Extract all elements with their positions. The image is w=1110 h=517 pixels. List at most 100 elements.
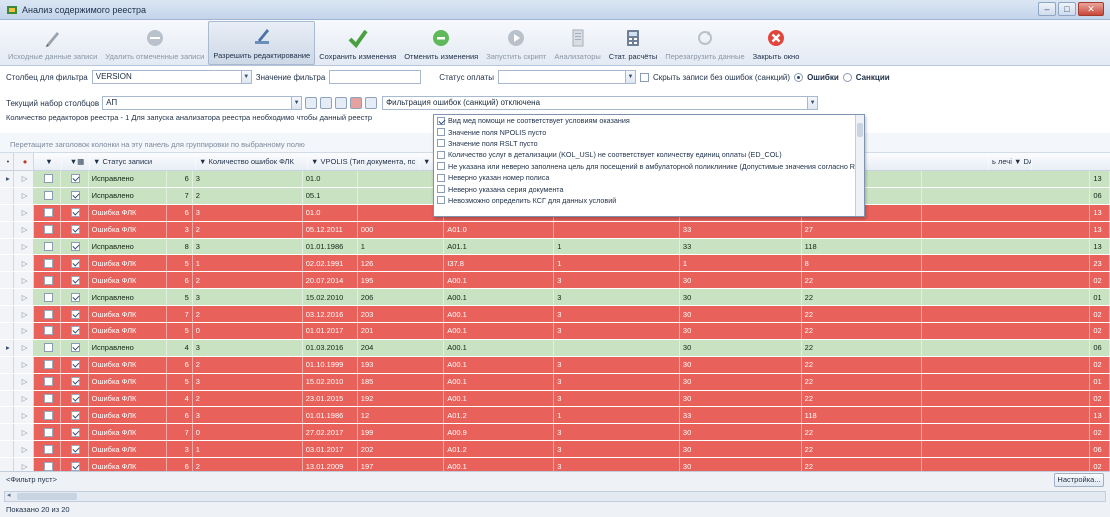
cell-count[interactable]: 7 — [167, 424, 193, 441]
cell-dr[interactable]: 01.01.2017 — [303, 323, 358, 339]
dropdown-item-checkbox[interactable] — [437, 185, 445, 194]
row-check[interactable] — [61, 272, 89, 289]
chevron-down-icon[interactable]: ▼ — [808, 96, 819, 110]
row-check[interactable] — [61, 306, 89, 323]
cell-ds[interactable]: A01.2 — [444, 441, 555, 458]
cell-extra[interactable] — [922, 356, 1091, 373]
delete-set-icon[interactable] — [350, 97, 363, 109]
row-check[interactable] — [61, 373, 89, 390]
cell-code[interactable] — [358, 171, 445, 187]
cell-prvs[interactable]: 33 — [680, 407, 802, 424]
cell-lech[interactable]: 02 — [1090, 323, 1110, 339]
cell-usl[interactable]: 3 — [554, 390, 680, 407]
cell-usl[interactable]: 3 — [554, 356, 680, 373]
table-row[interactable]: ▷ Ошибка ФЛК 5 0 01.01.2017 201 A00.1 3 30 22 02 — [0, 323, 1110, 340]
cell-profil[interactable]: 27 — [802, 221, 923, 238]
row-check-checkbox[interactable] — [71, 258, 81, 268]
expand-row-icon[interactable]: ▷ — [22, 326, 28, 335]
chevron-down-icon[interactable]: ▼ — [625, 70, 636, 84]
cell-profil[interactable]: 118 — [802, 407, 923, 424]
cell-count[interactable]: 4 — [167, 339, 193, 356]
cell-count[interactable]: 7 — [167, 306, 193, 323]
cell-status[interactable]: Ошибка ФЛК — [89, 441, 168, 458]
dropdown-item-checkbox[interactable] — [437, 173, 445, 182]
cell-ds[interactable]: A00.9 — [444, 424, 555, 441]
table-row[interactable]: ▷ Ошибка ФЛК 3 1 03.01.2017 202 A01.2 3 30 22 06 — [0, 441, 1110, 459]
cancel-changes-button[interactable]: Отменить изменения — [400, 21, 482, 65]
cell-prvs[interactable]: 33 — [680, 221, 802, 238]
table-row[interactable]: ▷ Ошибка ФЛК 5 1 02.02.1991 126 I37.8 1 1 8 23 — [0, 255, 1110, 273]
row-mark[interactable] — [34, 272, 62, 289]
expand-row-icon[interactable]: ▷ — [22, 293, 28, 302]
cell-count[interactable]: 6 — [167, 272, 193, 289]
row-expand[interactable]: ▷ — [13, 323, 34, 339]
cell-count[interactable]: 3 — [167, 441, 193, 458]
close-window-button[interactable]: Закрыть окно — [749, 21, 804, 65]
row-mark-checkbox[interactable] — [43, 292, 53, 302]
cell-dr[interactable]: 01.03.2016 — [303, 339, 358, 356]
row-expand[interactable]: ▷ — [13, 255, 34, 272]
cell-usl[interactable]: 3 — [554, 289, 680, 306]
table-row[interactable]: ▷ Ошибка ФЛК 5 3 15.02.2010 185 A00.1 3 30 22 01 — [0, 373, 1110, 391]
dropdown-item[interactable]: Количество услуг в детализации (KOL_USL)… — [434, 149, 864, 160]
table-row[interactable]: ▸ ▷ Исправлено 4 3 01.03.2016 204 A00.1 30 22 06 — [0, 339, 1110, 357]
cell-status[interactable]: Исправлено — [89, 238, 168, 255]
cell-usl[interactable]: 3 — [554, 373, 680, 390]
row-mark-checkbox[interactable] — [43, 461, 53, 471]
cell-dr[interactable]: 01.01.1986 — [303, 238, 358, 255]
cell-profil[interactable]: 22 — [802, 272, 923, 289]
cell-prvs[interactable]: 30 — [680, 390, 802, 407]
cell-status[interactable]: Ошибка ФЛК — [89, 373, 168, 390]
cell-usl[interactable]: 3 — [554, 441, 680, 458]
expand-row-icon[interactable]: ▷ — [22, 343, 28, 352]
cell-code[interactable]: 204 — [358, 339, 445, 356]
cell-extra[interactable] — [922, 323, 1091, 339]
row-expand[interactable]: ▷ — [13, 187, 34, 204]
row-mark[interactable] — [34, 424, 62, 441]
dropdown-scrollbar[interactable] — [855, 115, 864, 216]
row-check-checkbox[interactable] — [71, 225, 81, 235]
payment-status-select[interactable]: ▼ — [497, 70, 636, 84]
row-expand[interactable]: ▷ — [13, 306, 34, 323]
cell-extra[interactable] — [922, 171, 1091, 187]
cell-code[interactable] — [358, 187, 445, 204]
cell-extra[interactable] — [922, 339, 1091, 356]
cell-dr[interactable]: 23.01.2015 — [303, 390, 358, 407]
cell-ds[interactable]: A00.1 — [444, 390, 555, 407]
cell-profil[interactable]: 22 — [802, 373, 923, 390]
row-check[interactable] — [61, 323, 89, 339]
row-expand[interactable]: ▷ — [13, 441, 34, 458]
cell-vpolis[interactable]: 3 — [193, 407, 303, 424]
cell-lech[interactable]: 01 — [1090, 373, 1110, 390]
cell-lech[interactable]: 02 — [1090, 356, 1110, 373]
filter-column-value[interactable]: VERSION — [91, 70, 242, 84]
dropdown-item[interactable]: Значение поля RSLT пусто — [434, 138, 864, 149]
row-mark-checkbox[interactable] — [43, 258, 53, 268]
row-mark-checkbox[interactable] — [43, 377, 53, 387]
expand-row-icon[interactable]: ▷ — [22, 377, 28, 386]
save-set-icon[interactable] — [305, 97, 318, 109]
cell-profil[interactable]: 22 — [802, 390, 923, 407]
cell-count[interactable]: 6 — [167, 204, 193, 221]
cell-dr[interactable]: 27.02.2017 — [303, 424, 358, 441]
cell-dr[interactable]: 15.02.2010 — [303, 373, 358, 390]
cell-status[interactable]: Ошибка ФЛК — [89, 306, 168, 323]
cell-lech[interactable]: 02 — [1090, 272, 1110, 289]
cell-count[interactable]: 8 — [167, 238, 193, 255]
stat-calc-button[interactable]: Стат. расчёты — [605, 21, 661, 65]
cell-profil[interactable]: 8 — [802, 255, 923, 272]
export-set-icon[interactable] — [365, 97, 378, 109]
cell-status[interactable]: Исправлено — [89, 339, 168, 356]
chevron-down-icon[interactable]: ▼ — [241, 70, 252, 84]
row-check[interactable] — [61, 221, 89, 238]
source-data-button[interactable]: Исходные данные записи — [4, 21, 101, 65]
table-row[interactable]: ▷ Ошибка ФЛК 6 2 20.07.2014 195 A00.1 3 30 22 02 — [0, 272, 1110, 290]
dropdown-item[interactable]: Вид мед помощи не соответствует условиям… — [434, 115, 864, 126]
row-mark-checkbox[interactable] — [43, 410, 53, 420]
cell-vpolis[interactable]: 3 — [193, 289, 303, 306]
dropdown-item-checkbox[interactable] — [437, 162, 445, 171]
reload-data-button[interactable]: Перезагрузить данные — [661, 21, 748, 65]
filter-value-input[interactable] — [329, 70, 422, 84]
filter-bar-text[interactable]: <Фильтр пуст> — [6, 475, 57, 484]
cell-vpolis[interactable]: 0 — [193, 323, 303, 339]
